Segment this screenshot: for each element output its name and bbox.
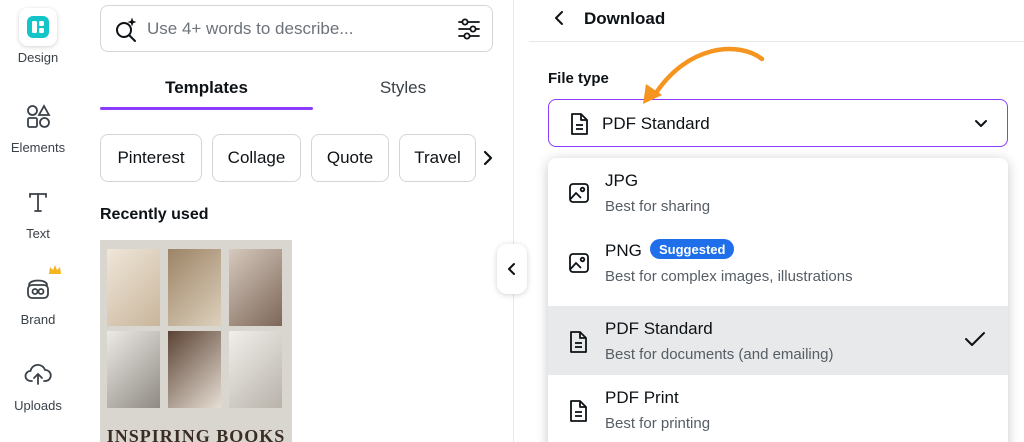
collapse-panel-button[interactable]: [497, 244, 527, 294]
option-title: JPG: [605, 171, 639, 190]
cloud-upload-icon: [18, 354, 58, 394]
text-T-icon: [18, 182, 58, 222]
file-type-label: File type: [548, 70, 609, 87]
templates-panel: Templates Styles Pinterest Collage Quote…: [76, 0, 514, 442]
option-description: Best for documents (and emailing): [605, 346, 834, 363]
option-pdf-standard[interactable]: PDF Standard Best for documents (and ema…: [548, 306, 1008, 375]
suggested-badge: Suggested: [650, 239, 735, 259]
photo-tile: [168, 249, 221, 326]
rail-item-design[interactable]: Design: [0, 8, 76, 65]
thumbnail-title: INSPIRING BOOKS: [106, 426, 286, 442]
recently-used-heading: Recently used: [100, 206, 209, 223]
photo-tile: [107, 331, 160, 408]
chip-collage[interactable]: Collage: [212, 134, 301, 182]
rail-item-uploads[interactable]: Uploads: [0, 354, 76, 413]
orange-arrow-annotation: [643, 46, 765, 104]
rail-label: Design: [17, 50, 59, 65]
chevron-down-icon: [975, 120, 987, 127]
recent-design-thumbnail[interactable]: INSPIRING BOOKS: [100, 240, 292, 442]
filter-sliders-icon[interactable]: [456, 16, 482, 42]
design-logo-icon: [19, 8, 57, 46]
left-rail: Design Elements Text Brand Uploads: [0, 0, 76, 442]
chevron-left-icon: [508, 263, 515, 275]
download-panel: Download File type PDF Standard JPG Best…: [529, 0, 1024, 442]
download-title: Download: [584, 9, 666, 28]
document-icon: [571, 113, 588, 135]
back-button[interactable]: [549, 8, 569, 28]
chevron-right-icon[interactable]: [478, 148, 498, 168]
selected-file-type: PDF Standard: [602, 114, 710, 133]
magic-search-icon: [116, 17, 137, 42]
photo-tile: [229, 249, 282, 326]
tab-styles[interactable]: Styles: [313, 66, 493, 110]
option-description: Best for complex images, illustrations: [605, 268, 853, 285]
panel-tabs: Templates Styles: [100, 66, 493, 110]
chip-pinterest[interactable]: Pinterest: [100, 134, 202, 182]
photo-tile: [107, 249, 160, 326]
rail-label: Elements: [10, 140, 66, 155]
download-header: Download: [529, 0, 1024, 42]
file-type-dropdown: JPG Best for sharing PNG Suggested Best …: [548, 158, 1008, 442]
crown-icon: [49, 265, 61, 274]
search-bar: [100, 5, 493, 52]
rail-label: Brand: [20, 312, 56, 327]
search-input[interactable]: [147, 16, 447, 42]
option-pdf-print[interactable]: PDF Print Best for printing: [548, 375, 1008, 442]
rail-item-brand[interactable]: Brand: [0, 265, 76, 327]
image-icon: [569, 183, 589, 203]
option-title: PNG: [605, 241, 642, 260]
option-title: PDF Standard: [605, 319, 713, 338]
active-tab-indicator: [100, 107, 313, 110]
option-description: Best for printing: [605, 415, 711, 432]
checkmark-icon: [965, 332, 985, 346]
category-chips: Pinterest Collage Quote Travel: [100, 134, 495, 182]
tab-templates[interactable]: Templates: [100, 66, 313, 110]
chevron-left-icon: [555, 11, 563, 25]
rail-item-elements[interactable]: Elements: [0, 96, 76, 155]
image-icon: [569, 253, 589, 273]
chip-travel[interactable]: Travel: [399, 134, 476, 182]
rail-label: Uploads: [14, 398, 62, 413]
rail-label: Text: [26, 226, 50, 241]
rail-item-text[interactable]: Text: [0, 182, 76, 241]
shapes-icon: [18, 96, 58, 136]
option-jpg[interactable]: JPG Best for sharing: [548, 158, 1008, 227]
photo-tile: [229, 331, 282, 408]
chip-quote[interactable]: Quote: [311, 134, 389, 182]
option-title: PDF Print: [605, 388, 679, 407]
file-type-select[interactable]: PDF Standard: [548, 99, 1008, 147]
option-png[interactable]: PNG Suggested Best for complex images, i…: [548, 228, 1008, 297]
photo-tile: [168, 331, 221, 408]
option-description: Best for sharing: [605, 198, 711, 215]
document-icon: [570, 400, 587, 422]
document-icon: [570, 331, 587, 353]
